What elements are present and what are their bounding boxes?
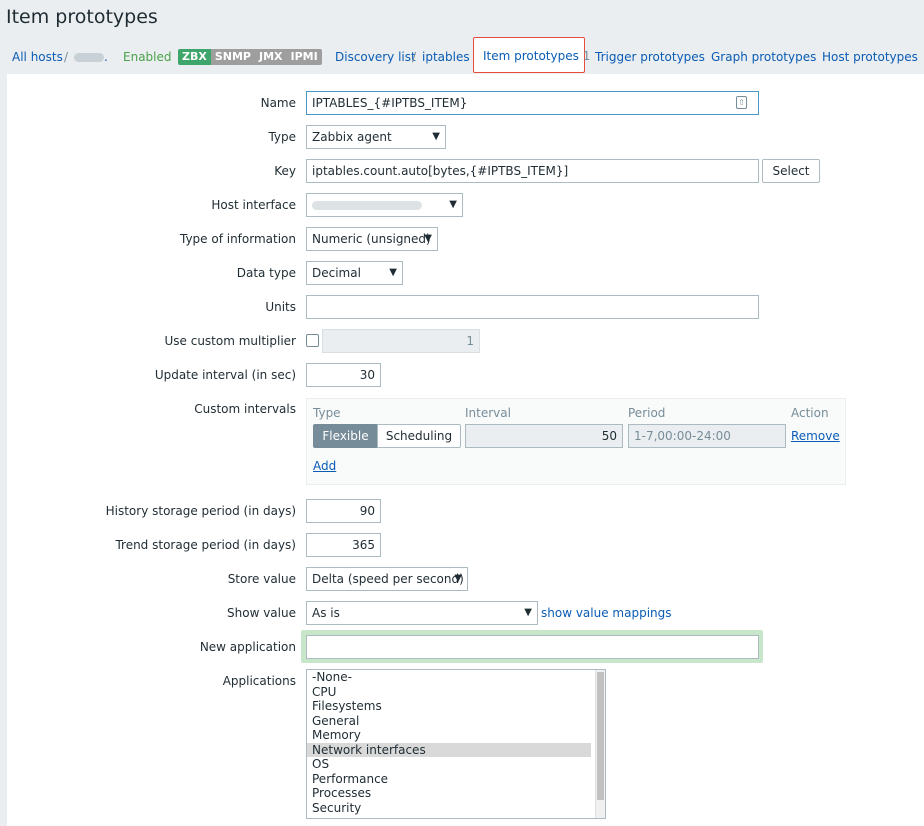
- item-prototype-form: Name IPTABLES_{#IPTBS_ITEM} ⇧ Type Zabbi…: [7, 74, 924, 826]
- zbx-badge: ZBX: [178, 49, 211, 65]
- applications-listbox[interactable]: -None- CPU Filesystems General Memory Ne…: [306, 669, 606, 819]
- list-item[interactable]: Processes: [307, 786, 591, 801]
- item-prototypes-count: 1: [582, 49, 591, 63]
- history-input[interactable]: 90: [306, 499, 381, 523]
- host-interface-select[interactable]: ▼: [306, 193, 463, 217]
- column-header-period: Period: [628, 406, 666, 420]
- ipmi-badge: IPMI: [286, 49, 322, 65]
- chevron-down-icon: ▼: [432, 131, 440, 142]
- discovery-list-link[interactable]: Discovery list: [335, 50, 416, 64]
- scrollbar-thumb[interactable]: [597, 672, 604, 800]
- units-input[interactable]: [306, 295, 759, 319]
- redacted-interface: [312, 201, 422, 210]
- trends-input[interactable]: 365: [306, 533, 381, 557]
- chevron-down-icon: ▼: [424, 233, 432, 244]
- custom-multiplier-label: Use custom multiplier: [164, 334, 296, 348]
- custom-multiplier-input[interactable]: 1: [322, 329, 480, 353]
- name-label: Name: [260, 96, 296, 110]
- keyboard-icon[interactable]: ⇧: [736, 96, 747, 109]
- column-header-type: Type: [313, 406, 341, 420]
- column-header-interval: Interval: [465, 406, 511, 420]
- snmp-badge: SNMP: [210, 49, 255, 65]
- tab-host-prototypes[interactable]: Host prototypes: [822, 50, 918, 64]
- availability-badges: ZBX SNMP JMX IPMI: [178, 49, 322, 65]
- type-select-value: Zabbix agent: [312, 130, 392, 144]
- redacted-host-name: [74, 53, 104, 62]
- store-value-label: Store value: [227, 572, 296, 586]
- type-of-information-select[interactable]: Numeric (unsigned) ▼: [306, 227, 438, 251]
- breadcrumb-separator: /: [64, 50, 69, 64]
- page-title: Item prototypes: [6, 6, 158, 28]
- history-label: History storage period (in days): [105, 504, 296, 518]
- new-application-input[interactable]: [306, 635, 759, 659]
- list-item[interactable]: General: [307, 714, 591, 729]
- name-input[interactable]: IPTABLES_{#IPTBS_ITEM}: [306, 91, 759, 115]
- remove-interval-link[interactable]: Remove: [791, 429, 840, 443]
- discovery-rule-link[interactable]: iptables: [422, 50, 470, 64]
- list-item[interactable]: OS: [307, 757, 591, 772]
- host-interface-label: Host interface: [211, 198, 296, 212]
- add-interval-link[interactable]: Add: [313, 459, 336, 473]
- list-item[interactable]: Security: [307, 801, 591, 816]
- chevron-down-icon: ▼: [454, 573, 462, 584]
- data-type-value: Decimal: [312, 266, 361, 280]
- breadcrumb-separator: /: [412, 50, 417, 64]
- custom-multiplier-checkbox[interactable]: [306, 334, 319, 347]
- chevron-down-icon: ▼: [449, 199, 457, 210]
- update-interval-label: Update interval (in sec): [154, 368, 296, 382]
- key-input[interactable]: iptables.count.auto[bytes,{#IPTBS_ITEM}]: [306, 159, 759, 183]
- scheduling-toggle[interactable]: Scheduling: [377, 424, 461, 448]
- listbox-scrollbar[interactable]: [595, 670, 605, 818]
- new-application-label: New application: [199, 640, 296, 654]
- type-of-information-value: Numeric (unsigned): [312, 232, 431, 246]
- data-type-select[interactable]: Decimal ▼: [306, 261, 403, 285]
- tab-trigger-prototypes[interactable]: Trigger prototypes: [595, 50, 705, 64]
- column-header-action: Action: [791, 406, 829, 420]
- data-type-label: Data type: [236, 266, 296, 280]
- store-value-value: Delta (speed per second): [312, 572, 464, 586]
- type-of-information-label: Type of information: [179, 232, 296, 246]
- custom-intervals-table: Type Interval Period Action Flexible Sch…: [306, 398, 846, 485]
- tab-item-prototypes-label: Item prototypes: [483, 49, 579, 63]
- list-item[interactable]: Memory: [307, 728, 591, 743]
- show-value-value: As is: [312, 606, 340, 620]
- chevron-down-icon: ▼: [389, 267, 397, 278]
- tab-graph-prototypes[interactable]: Graph prototypes: [711, 50, 816, 64]
- type-select[interactable]: Zabbix agent ▼: [306, 125, 446, 149]
- jmx-badge: JMX: [254, 49, 287, 65]
- flexible-toggle[interactable]: Flexible: [313, 424, 378, 448]
- list-item[interactable]: Filesystems: [307, 699, 591, 714]
- type-label: Type: [268, 130, 296, 144]
- update-interval-input[interactable]: 30: [306, 363, 381, 387]
- list-item-selected[interactable]: Network interfaces: [307, 742, 591, 757]
- store-value-select[interactable]: Delta (speed per second) ▼: [306, 567, 468, 591]
- host-status-enabled[interactable]: Enabled: [123, 50, 172, 64]
- all-hosts-link[interactable]: All hosts: [12, 50, 63, 64]
- show-value-label: Show value: [227, 606, 296, 620]
- list-item[interactable]: -None-: [307, 670, 591, 685]
- list-item[interactable]: Performance: [307, 772, 591, 787]
- units-label: Units: [265, 300, 296, 314]
- key-label: Key: [274, 164, 296, 178]
- custom-intervals-label: Custom intervals: [194, 402, 296, 416]
- show-value-mappings-link[interactable]: show value mappings: [541, 606, 672, 620]
- applications-label: Applications: [222, 674, 296, 688]
- interval-input[interactable]: 50: [465, 424, 623, 448]
- host-name-link[interactable]: .: [70, 50, 108, 64]
- chevron-down-icon: ▼: [524, 607, 532, 618]
- key-select-button[interactable]: Select: [762, 159, 820, 183]
- tab-item-prototypes[interactable]: Item prototypes 1: [473, 37, 590, 73]
- host-name-suffix: .: [104, 50, 108, 64]
- list-item[interactable]: CPU: [307, 685, 591, 700]
- period-input[interactable]: 1-7,00:00-24:00: [628, 424, 786, 448]
- trends-label: Trend storage period (in days): [115, 538, 296, 552]
- show-value-select[interactable]: As is ▼: [306, 601, 538, 625]
